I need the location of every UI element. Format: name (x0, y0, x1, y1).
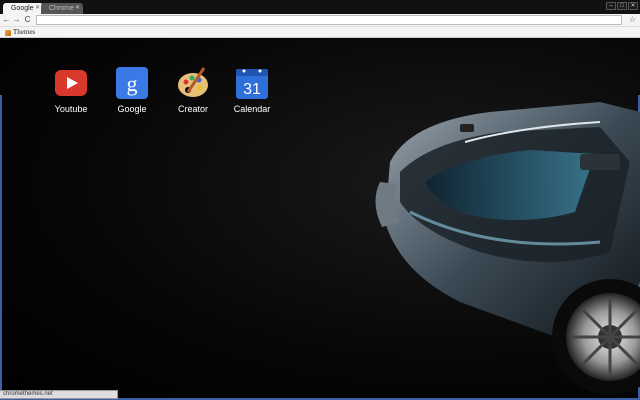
bookmark-label: Themes (13, 28, 36, 36)
app-creator[interactable]: Creator (163, 66, 223, 114)
status-bubble: chromethemes.net (0, 390, 118, 399)
bookmark-star-icon[interactable]: ☆ (629, 15, 636, 25)
tab-close-icon[interactable]: ✕ (35, 3, 40, 14)
tab-title: Google (11, 5, 34, 12)
tab-chrome[interactable]: Chrome ✕ (41, 3, 83, 14)
toolbar: ← → C ☆ (0, 14, 640, 27)
svg-text:g: g (127, 71, 138, 96)
app-label: Youtube (54, 104, 88, 114)
forward-button[interactable]: → (12, 15, 21, 25)
google-icon: g (116, 67, 148, 99)
themes-icon (5, 29, 11, 36)
window-controls: – □ ✕ (606, 2, 638, 10)
reload-button[interactable]: C (23, 15, 32, 25)
app-label: Creator (177, 104, 208, 114)
app-calendar[interactable]: 31 Calendar (222, 66, 282, 114)
app-label: Calendar (233, 104, 271, 114)
app-google[interactable]: g Google (102, 66, 162, 114)
new-tab-page: Youtube g Google Creator 31 Calendar (0, 38, 640, 400)
tab-title: Chrome (49, 5, 74, 12)
bookmark-themes[interactable]: Themes (5, 28, 35, 37)
back-button[interactable]: ← (2, 15, 11, 25)
close-window-icon[interactable]: ✕ (628, 2, 638, 10)
paint-palette-icon (178, 67, 208, 97)
app-youtube[interactable]: Youtube (41, 66, 101, 114)
frame-border-left (0, 95, 2, 400)
youtube-icon (55, 70, 87, 96)
tab-strip: Google ✕ Chrome ✕ – □ ✕ (0, 0, 640, 14)
minimize-icon[interactable]: – (606, 2, 616, 10)
bookmarks-bar: Themes (0, 27, 640, 38)
address-bar[interactable] (36, 15, 622, 25)
calendar-day: 31 (243, 81, 261, 98)
calendar-icon: 31 (236, 69, 268, 99)
tab-google[interactable]: Google ✕ (3, 3, 43, 14)
maximize-icon[interactable]: □ (617, 2, 627, 10)
race-car-background-image (375, 102, 640, 395)
app-label: Google (117, 104, 147, 114)
tab-close-icon[interactable]: ✕ (75, 3, 80, 14)
